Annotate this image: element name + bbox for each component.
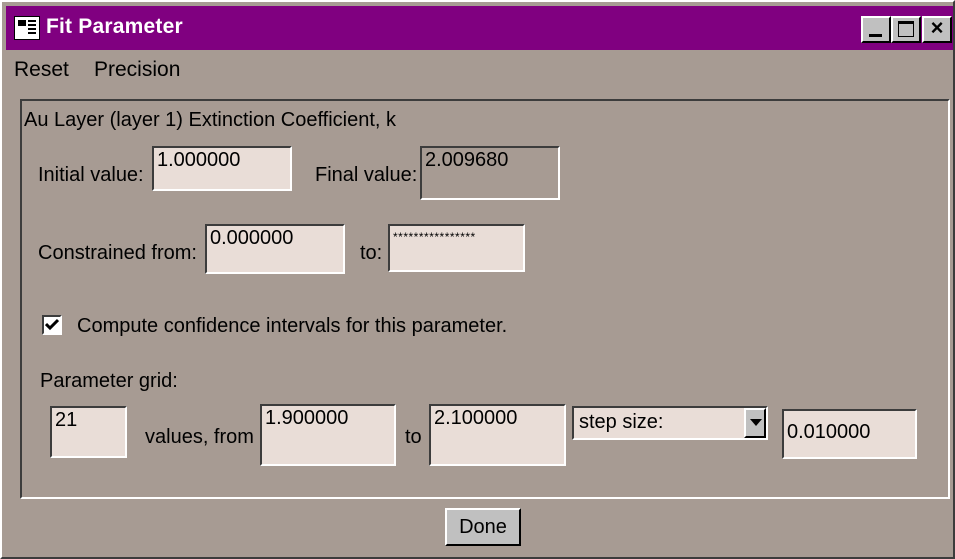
- dropdown-arrow-icon[interactable]: [744, 408, 766, 438]
- title-bar[interactable]: Fit Parameter ×: [6, 6, 953, 50]
- app-icon[interactable]: [14, 16, 40, 40]
- confidence-checkbox[interactable]: [42, 315, 62, 335]
- minimize-button[interactable]: [861, 16, 891, 43]
- step-size-input[interactable]: 0.010000: [782, 409, 917, 459]
- final-value-field: 2.009680: [420, 146, 560, 200]
- initial-value-input[interactable]: 1.000000: [152, 146, 292, 191]
- grid-mode-select[interactable]: step size:: [572, 406, 768, 440]
- fit-parameter-window: Fit Parameter × Reset Precision Au Layer…: [0, 0, 955, 559]
- constrained-from-input[interactable]: 0.000000: [205, 224, 345, 274]
- constrained-from-label: Constrained from:: [38, 242, 197, 264]
- window-title: Fit Parameter: [46, 15, 183, 38]
- done-button[interactable]: Done: [445, 508, 521, 546]
- grid-to-input[interactable]: 2.100000: [429, 404, 566, 466]
- final-value-label: Final value:: [315, 164, 418, 186]
- grid-count-input[interactable]: 21: [50, 406, 127, 458]
- menu-reset[interactable]: Reset: [14, 58, 69, 82]
- confidence-label[interactable]: Compute confidence intervals for this pa…: [77, 315, 507, 338]
- close-button[interactable]: ×: [922, 15, 952, 43]
- menu-precision[interactable]: Precision: [94, 58, 180, 82]
- parameter-name: Au Layer (layer 1) Extinction Coefficien…: [24, 109, 397, 131]
- parameter-grid-label: Parameter grid:: [40, 370, 178, 392]
- values-from-label: values, from: [145, 426, 254, 448]
- grid-from-input[interactable]: 1.900000: [260, 404, 396, 466]
- check-icon: [45, 318, 59, 331]
- constrained-to-input[interactable]: ****************: [388, 224, 525, 272]
- initial-value-label: Initial value:: [38, 164, 144, 186]
- grid-to-label: to: [405, 426, 422, 448]
- close-icon: ×: [930, 15, 944, 40]
- maximize-button[interactable]: [891, 16, 921, 43]
- grid-mode-value: step size:: [579, 411, 664, 433]
- constrained-to-label: to:: [360, 242, 383, 264]
